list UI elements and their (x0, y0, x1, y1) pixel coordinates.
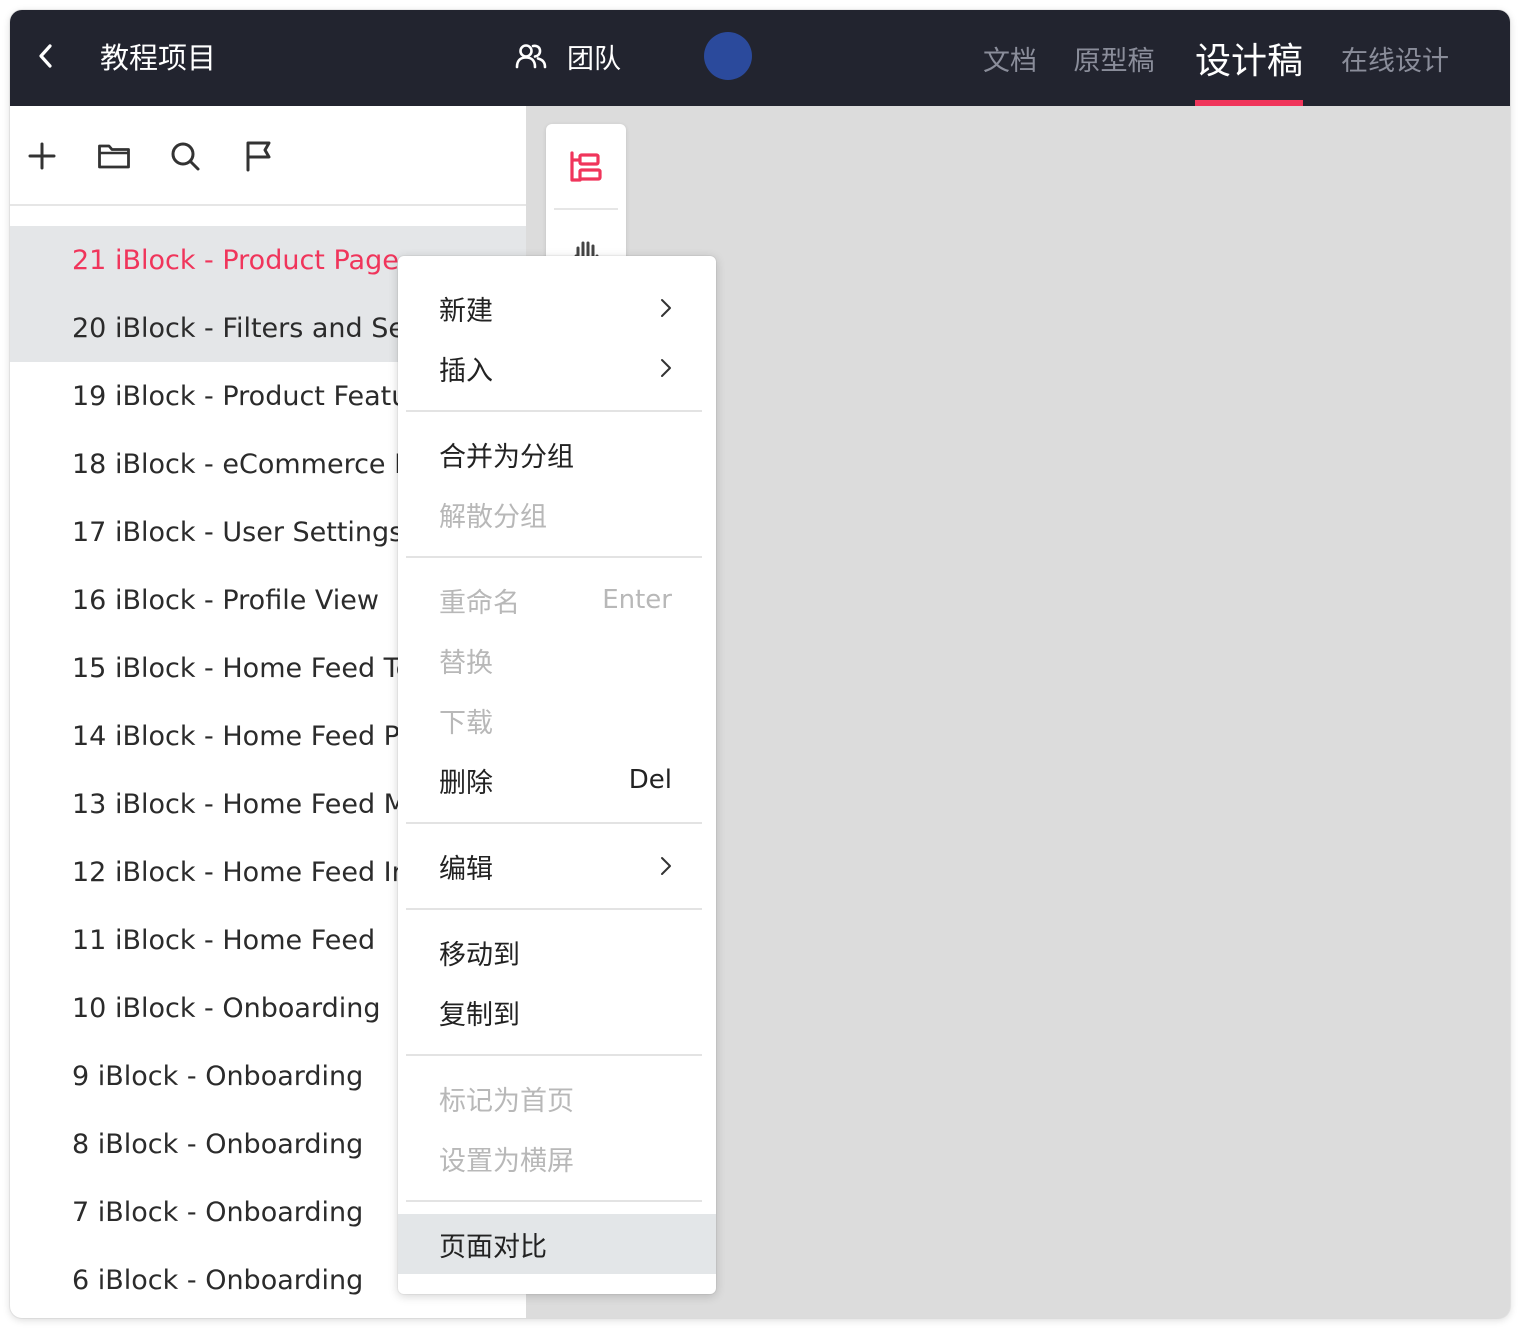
page-label: 12 iBlock - Home Feed Im (72, 856, 418, 888)
menu-separator (406, 908, 702, 910)
menu-item-label: 标记为首页 (439, 1085, 574, 1117)
plus-icon (28, 142, 56, 170)
chevron-right-icon (661, 359, 671, 377)
tab-prototype-label: 原型稿 (1073, 45, 1155, 77)
page-label: 21 iBlock - Product Page (72, 244, 399, 276)
add-page-button[interactable] (22, 136, 62, 176)
menu-item-shortcut: Del (628, 765, 672, 795)
chevron-right-icon (661, 857, 671, 875)
page-label: 18 iBlock - eCommerce H (72, 448, 415, 480)
menu-item-label: 解散分组 (439, 501, 547, 533)
tab-online-design[interactable]: 在线设计 (1340, 10, 1450, 106)
active-tab-indicator (1195, 100, 1303, 106)
tab-design[interactable]: 设计稿 (1195, 10, 1303, 106)
menu-item-label: 移动到 (439, 939, 520, 971)
page-label: 8 iBlock - Onboarding (72, 1128, 364, 1160)
menu-item-page-compare[interactable]: 页面对比 (398, 1214, 716, 1274)
menu-item-label: 复制到 (439, 999, 520, 1031)
menu-item-label: 替换 (439, 647, 493, 679)
layers-icon (570, 151, 602, 182)
team-label: 团队 (567, 43, 621, 75)
menu-item-label: 重命名 (439, 587, 520, 619)
menu-item-move-to[interactable]: 移动到 (398, 922, 716, 982)
sidebar-toolbar (10, 106, 526, 206)
moon-icon (726, 51, 731, 61)
top-bar: 教程项目 团队 文档 原型稿 设计稿 在线设计 (10, 10, 1510, 106)
search-button[interactable] (165, 136, 205, 176)
app-window: 教程项目 团队 文档 原型稿 设计稿 在线设计 21 iBlock - Prod… (10, 10, 1510, 1318)
menu-item-label: 删除 (439, 767, 493, 799)
folder-icon (98, 144, 130, 169)
team-icon (515, 44, 547, 69)
chevron-left-icon (39, 44, 52, 68)
menu-item-label: 编辑 (439, 853, 493, 885)
page-label: 9 iBlock - Onboarding (72, 1060, 364, 1092)
page-label: 7 iBlock - Onboarding (72, 1196, 364, 1228)
add-folder-button[interactable] (94, 136, 134, 176)
page-label: 20 iBlock - Filters and Sea (72, 312, 422, 344)
menu-separator (406, 1054, 702, 1056)
tab-docs-label: 文档 (983, 45, 1037, 77)
page-label: 16 iBlock - Profile View (72, 584, 379, 616)
menu-separator (406, 1200, 702, 1202)
menu-separator (406, 556, 702, 558)
menu-item-ungroup: 解散分组 (398, 484, 716, 544)
menu-item-mark-home: 标记为首页 (398, 1068, 716, 1128)
back-button[interactable] (30, 36, 60, 76)
page-label: 14 iBlock - Home Feed Po (72, 720, 416, 752)
menu-item-label: 新建 (439, 295, 493, 327)
page-label: 19 iBlock - Product Featu (72, 380, 409, 412)
page-label: 6 iBlock - Onboarding (72, 1264, 364, 1296)
menu-item-download: 下载 (398, 690, 716, 750)
tab-design-label: 设计稿 (1195, 41, 1304, 82)
page-label: 10 iBlock - Onboarding (72, 992, 381, 1024)
project-title: 教程项目 (100, 41, 217, 75)
layers-button[interactable] (566, 148, 606, 188)
menu-item-label: 下载 (439, 707, 493, 739)
page-label: 13 iBlock - Home Feed M (72, 788, 407, 820)
tab-docs[interactable]: 文档 (978, 10, 1042, 106)
menu-item-insert[interactable]: 插入 (398, 338, 716, 398)
context-menu: 新建 插入 合并为分组 解散分组 重命名 Enter 替换 下载 删除 Del (398, 256, 716, 1294)
chevron-right-icon (661, 299, 671, 317)
menu-item-label: 插入 (439, 355, 493, 387)
menu-item-replace: 替换 (398, 630, 716, 690)
flag-button[interactable] (238, 136, 278, 176)
menu-item-rename: 重命名 Enter (398, 570, 716, 630)
menu-item-set-landscape: 设置为横屏 (398, 1128, 716, 1188)
menu-item-label: 设置为横屏 (439, 1145, 574, 1177)
tool-panel-divider (554, 208, 618, 210)
menu-separator (406, 410, 702, 412)
avatar[interactable] (704, 32, 752, 80)
page-label: 15 iBlock - Home Feed Te (72, 652, 413, 684)
flag-icon (246, 141, 271, 172)
menu-item-label: 合并为分组 (439, 441, 574, 473)
menu-item-new[interactable]: 新建 (398, 278, 716, 338)
menu-item-group[interactable]: 合并为分组 (398, 424, 716, 484)
tab-prototype[interactable]: 原型稿 (1072, 10, 1156, 106)
team-button[interactable]: 团队 (515, 36, 621, 76)
search-icon (171, 142, 200, 171)
page-label: 17 iBlock - User Settings (72, 516, 404, 548)
tab-online-design-label: 在线设计 (1341, 45, 1449, 77)
menu-item-label: 页面对比 (439, 1231, 547, 1263)
menu-item-shortcut: Enter (602, 585, 672, 615)
page-label: 11 iBlock - Home Feed (72, 924, 376, 956)
menu-item-edit[interactable]: 编辑 (398, 836, 716, 896)
menu-item-copy-to[interactable]: 复制到 (398, 982, 716, 1042)
menu-separator (406, 822, 702, 824)
menu-item-delete[interactable]: 删除 Del (398, 750, 716, 810)
